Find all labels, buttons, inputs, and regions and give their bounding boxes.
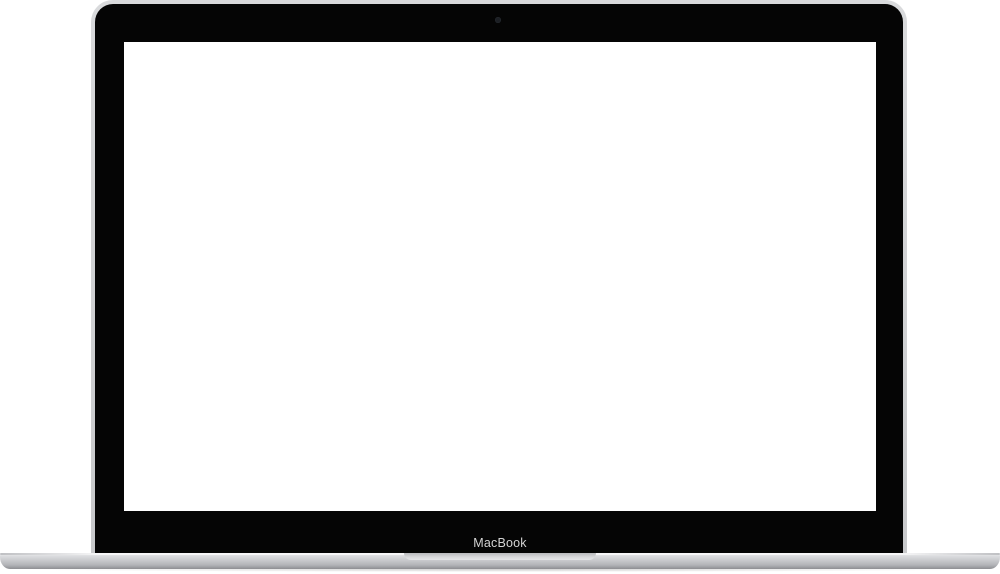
brand-label: MacBook — [473, 536, 527, 550]
laptop-screen — [124, 42, 876, 511]
laptop-mockup: MacBook — [0, 0, 1000, 574]
webcam-icon — [495, 17, 501, 23]
lid-opening-notch — [404, 553, 596, 560]
